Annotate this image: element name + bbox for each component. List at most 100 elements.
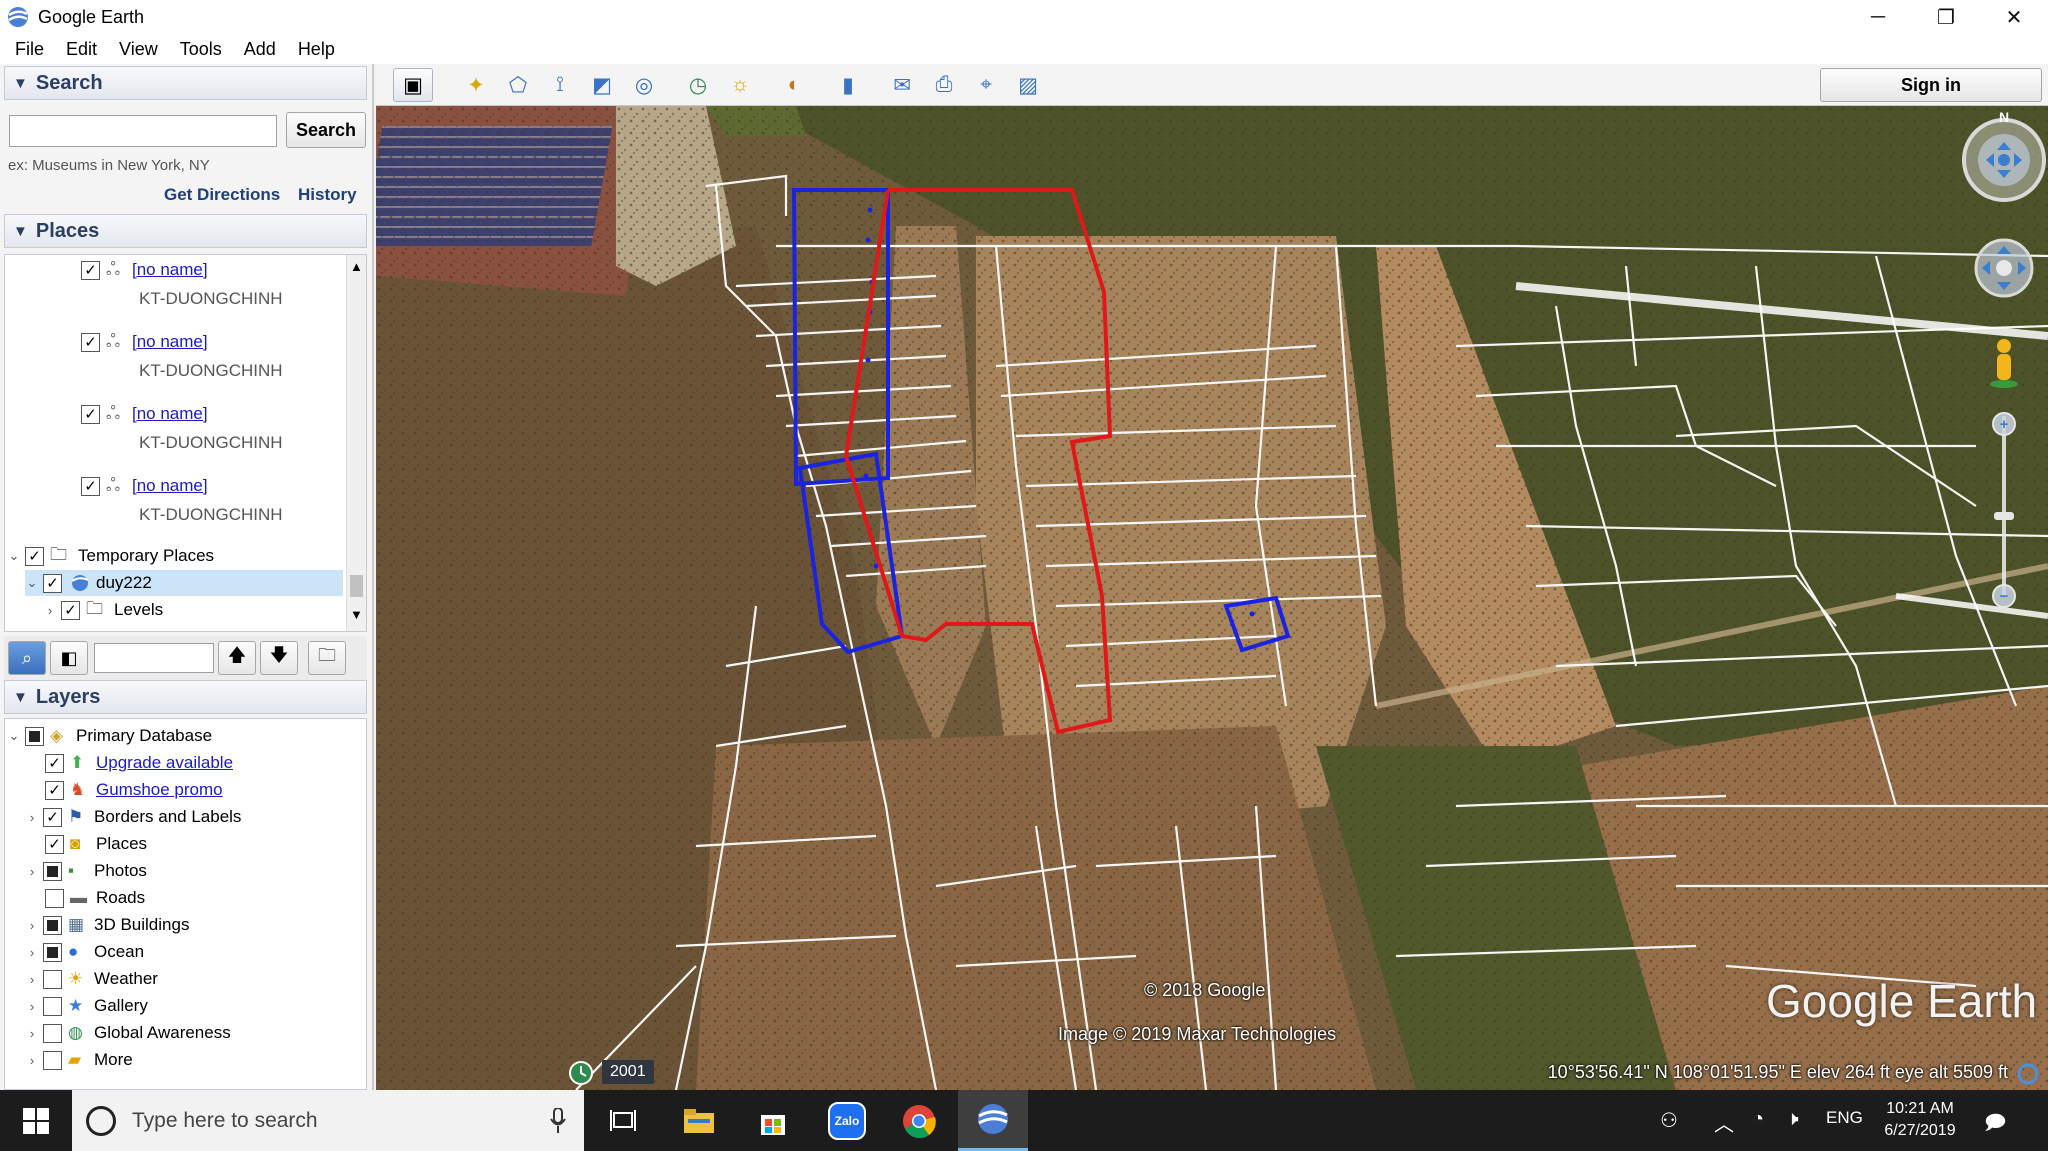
place-item[interactable]: ✓ ஃ [no name] bbox=[81, 329, 208, 355]
place-name[interactable]: [no name] bbox=[132, 260, 208, 280]
place-item[interactable]: ✓ ஃ [no name] bbox=[81, 257, 208, 283]
place-item[interactable]: ✓ ஃ [no name] bbox=[81, 401, 208, 427]
layer-photos[interactable]: › ▪ Photos bbox=[25, 858, 147, 884]
historical-imagery-icon[interactable]: ◷ bbox=[678, 68, 718, 102]
expand-chevron-icon[interactable]: › bbox=[25, 810, 39, 825]
historical-imagery-clock-icon[interactable] bbox=[568, 1060, 594, 1086]
expand-chevron-icon[interactable]: ⌄ bbox=[7, 728, 21, 744]
layer-checkbox[interactable]: ✓ bbox=[43, 1023, 62, 1043]
email-icon[interactable]: ✉ bbox=[882, 68, 922, 102]
layer-ocean[interactable]: › ● Ocean bbox=[25, 939, 144, 965]
expand-chevron-icon[interactable]: ⌄ bbox=[7, 548, 21, 564]
view-in-maps-icon[interactable]: ⌖ bbox=[966, 68, 1006, 102]
add-polygon-icon[interactable]: ⬠ bbox=[498, 68, 538, 102]
close-button[interactable]: ✕ bbox=[1980, 0, 2048, 34]
levels-folder[interactable]: › ✓ 🗀 Levels bbox=[43, 597, 163, 623]
layer-checkbox[interactable] bbox=[25, 726, 44, 746]
layer-borders[interactable]: › ✓ ⚑ Borders and Labels bbox=[25, 804, 241, 830]
volume-muted-icon[interactable]: 🕨 bbox=[1786, 1108, 1799, 1131]
chrome-icon[interactable] bbox=[884, 1090, 954, 1151]
zoom-out-icon[interactable]: − bbox=[2000, 588, 2009, 605]
layer-global-awareness[interactable]: › ✓ ◍ Global Awareness bbox=[25, 1020, 231, 1046]
layer-checkbox[interactable] bbox=[43, 942, 62, 962]
menu-add[interactable]: Add bbox=[233, 39, 287, 60]
layer-checkbox[interactable]: ✓ bbox=[45, 753, 64, 773]
move-joystick[interactable] bbox=[1974, 238, 2034, 298]
menu-file[interactable]: File bbox=[4, 39, 55, 60]
zalo-icon[interactable]: Zalo bbox=[812, 1090, 882, 1151]
layer-more[interactable]: › ✓ ▰ More bbox=[25, 1047, 133, 1073]
layer-checkbox[interactable]: ✓ bbox=[43, 1050, 62, 1070]
search-places-icon[interactable]: ⌕ bbox=[8, 641, 46, 675]
layer-3d-buildings[interactable]: › ▦ 3D Buildings bbox=[25, 912, 189, 938]
search-input[interactable] bbox=[9, 115, 277, 147]
sign-in-button[interactable]: Sign in bbox=[1820, 68, 2042, 102]
history-link[interactable]: History bbox=[298, 185, 357, 205]
layer-checkbox[interactable]: ✓ bbox=[43, 969, 62, 989]
layer-label[interactable]: Upgrade available bbox=[96, 753, 233, 773]
layer-checkbox[interactable] bbox=[43, 915, 62, 935]
task-view-icon[interactable] bbox=[588, 1090, 658, 1151]
search-button[interactable]: Search bbox=[286, 112, 366, 148]
show-hidden-icons-icon[interactable]: ︿ bbox=[1714, 1108, 1734, 1137]
places-scrollbar[interactable]: ▲ ▼ bbox=[346, 255, 366, 631]
ruler-icon[interactable]: ▮ bbox=[828, 68, 868, 102]
taskbar-clock[interactable]: 10:21 AM 6/27/2019 bbox=[1880, 1098, 1960, 1142]
look-joystick[interactable]: N bbox=[1962, 109, 2046, 202]
expand-chevron-icon[interactable]: › bbox=[25, 945, 39, 960]
layer-checkbox[interactable]: ✓ bbox=[45, 834, 64, 854]
zoom-in-icon[interactable]: + bbox=[2000, 416, 2009, 433]
move-down-icon[interactable]: 🡇 bbox=[260, 641, 298, 675]
expand-chevron-icon[interactable]: › bbox=[25, 972, 39, 987]
expand-chevron-icon[interactable]: ⌄ bbox=[25, 575, 39, 591]
layer-gumshoe[interactable]: ✓ ♞ Gumshoe promo bbox=[45, 777, 223, 803]
place-checkbox[interactable]: ✓ bbox=[81, 260, 100, 280]
layer-gallery[interactable]: › ✓ ★ Gallery bbox=[25, 993, 148, 1019]
minimize-button[interactable]: ─ bbox=[1844, 0, 1912, 34]
search-panel-header[interactable]: ▼ Search bbox=[4, 66, 367, 100]
place-item[interactable]: ✓ ஃ [no name] bbox=[81, 473, 208, 499]
place-checkbox[interactable]: ✓ bbox=[81, 404, 100, 424]
restore-button[interactable]: ❐ bbox=[1912, 0, 1980, 34]
expand-chevron-icon[interactable]: › bbox=[25, 1026, 39, 1041]
scrollbar-thumb[interactable] bbox=[350, 575, 363, 597]
sunlight-icon[interactable]: ☼ bbox=[720, 68, 760, 102]
layer-checkbox[interactable]: ✓ bbox=[43, 996, 62, 1016]
place-name[interactable]: [no name] bbox=[132, 476, 208, 496]
places-filter-input[interactable] bbox=[94, 643, 214, 673]
layer-primary-database[interactable]: ⌄ ◈ Primary Database bbox=[7, 723, 212, 749]
sidebar-toggle-icon[interactable]: ▣ bbox=[393, 68, 433, 102]
folder-checkbox[interactable]: ✓ bbox=[25, 546, 44, 566]
scroll-up-icon[interactable]: ▲ bbox=[350, 259, 363, 274]
expand-chevron-icon[interactable]: › bbox=[25, 864, 39, 879]
menu-view[interactable]: View bbox=[108, 39, 169, 60]
people-icon[interactable]: ⚇ bbox=[1660, 1108, 1678, 1133]
add-path-icon[interactable]: ⟟ bbox=[540, 68, 580, 102]
layer-label[interactable]: Gumshoe promo bbox=[96, 780, 223, 800]
expand-chevron-icon[interactable]: › bbox=[25, 1053, 39, 1068]
layer-checkbox[interactable]: ✓ bbox=[45, 780, 64, 800]
taskbar-search-box[interactable]: Type here to search bbox=[72, 1090, 584, 1151]
place-checkbox[interactable]: ✓ bbox=[81, 332, 100, 352]
add-overlay-icon[interactable]: ◩ bbox=[582, 68, 622, 102]
layer-places[interactable]: ✓ ◙ Places bbox=[45, 831, 147, 857]
folder-checkbox[interactable]: ✓ bbox=[61, 600, 80, 620]
google-earth-task-icon[interactable] bbox=[958, 1090, 1028, 1151]
get-directions-link[interactable]: Get Directions bbox=[164, 185, 280, 205]
notifications-icon[interactable]: 🗩 bbox=[1984, 1108, 2006, 1142]
layer-checkbox[interactable] bbox=[43, 861, 62, 881]
street-view-pegman-icon[interactable] bbox=[1990, 339, 2018, 388]
place-checkbox[interactable]: ✓ bbox=[81, 476, 100, 496]
layers-panel-header[interactable]: ▼ Layers bbox=[4, 680, 367, 714]
expand-chevron-icon[interactable]: › bbox=[25, 918, 39, 933]
store-icon[interactable] bbox=[738, 1090, 808, 1151]
map-view[interactable]: N + − © 2018 Google Image © 2019 Maxar T… bbox=[376, 106, 2048, 1090]
place-name[interactable]: [no name] bbox=[132, 404, 208, 424]
move-up-icon[interactable]: 🡅 bbox=[218, 641, 256, 675]
layer-checkbox[interactable]: ✓ bbox=[45, 888, 64, 908]
expand-chevron-icon[interactable]: › bbox=[43, 603, 57, 618]
file-explorer-icon[interactable] bbox=[664, 1090, 734, 1151]
file-checkbox[interactable]: ✓ bbox=[43, 573, 62, 593]
scroll-down-icon[interactable]: ▼ bbox=[350, 607, 363, 622]
menu-tools[interactable]: Tools bbox=[169, 39, 233, 60]
